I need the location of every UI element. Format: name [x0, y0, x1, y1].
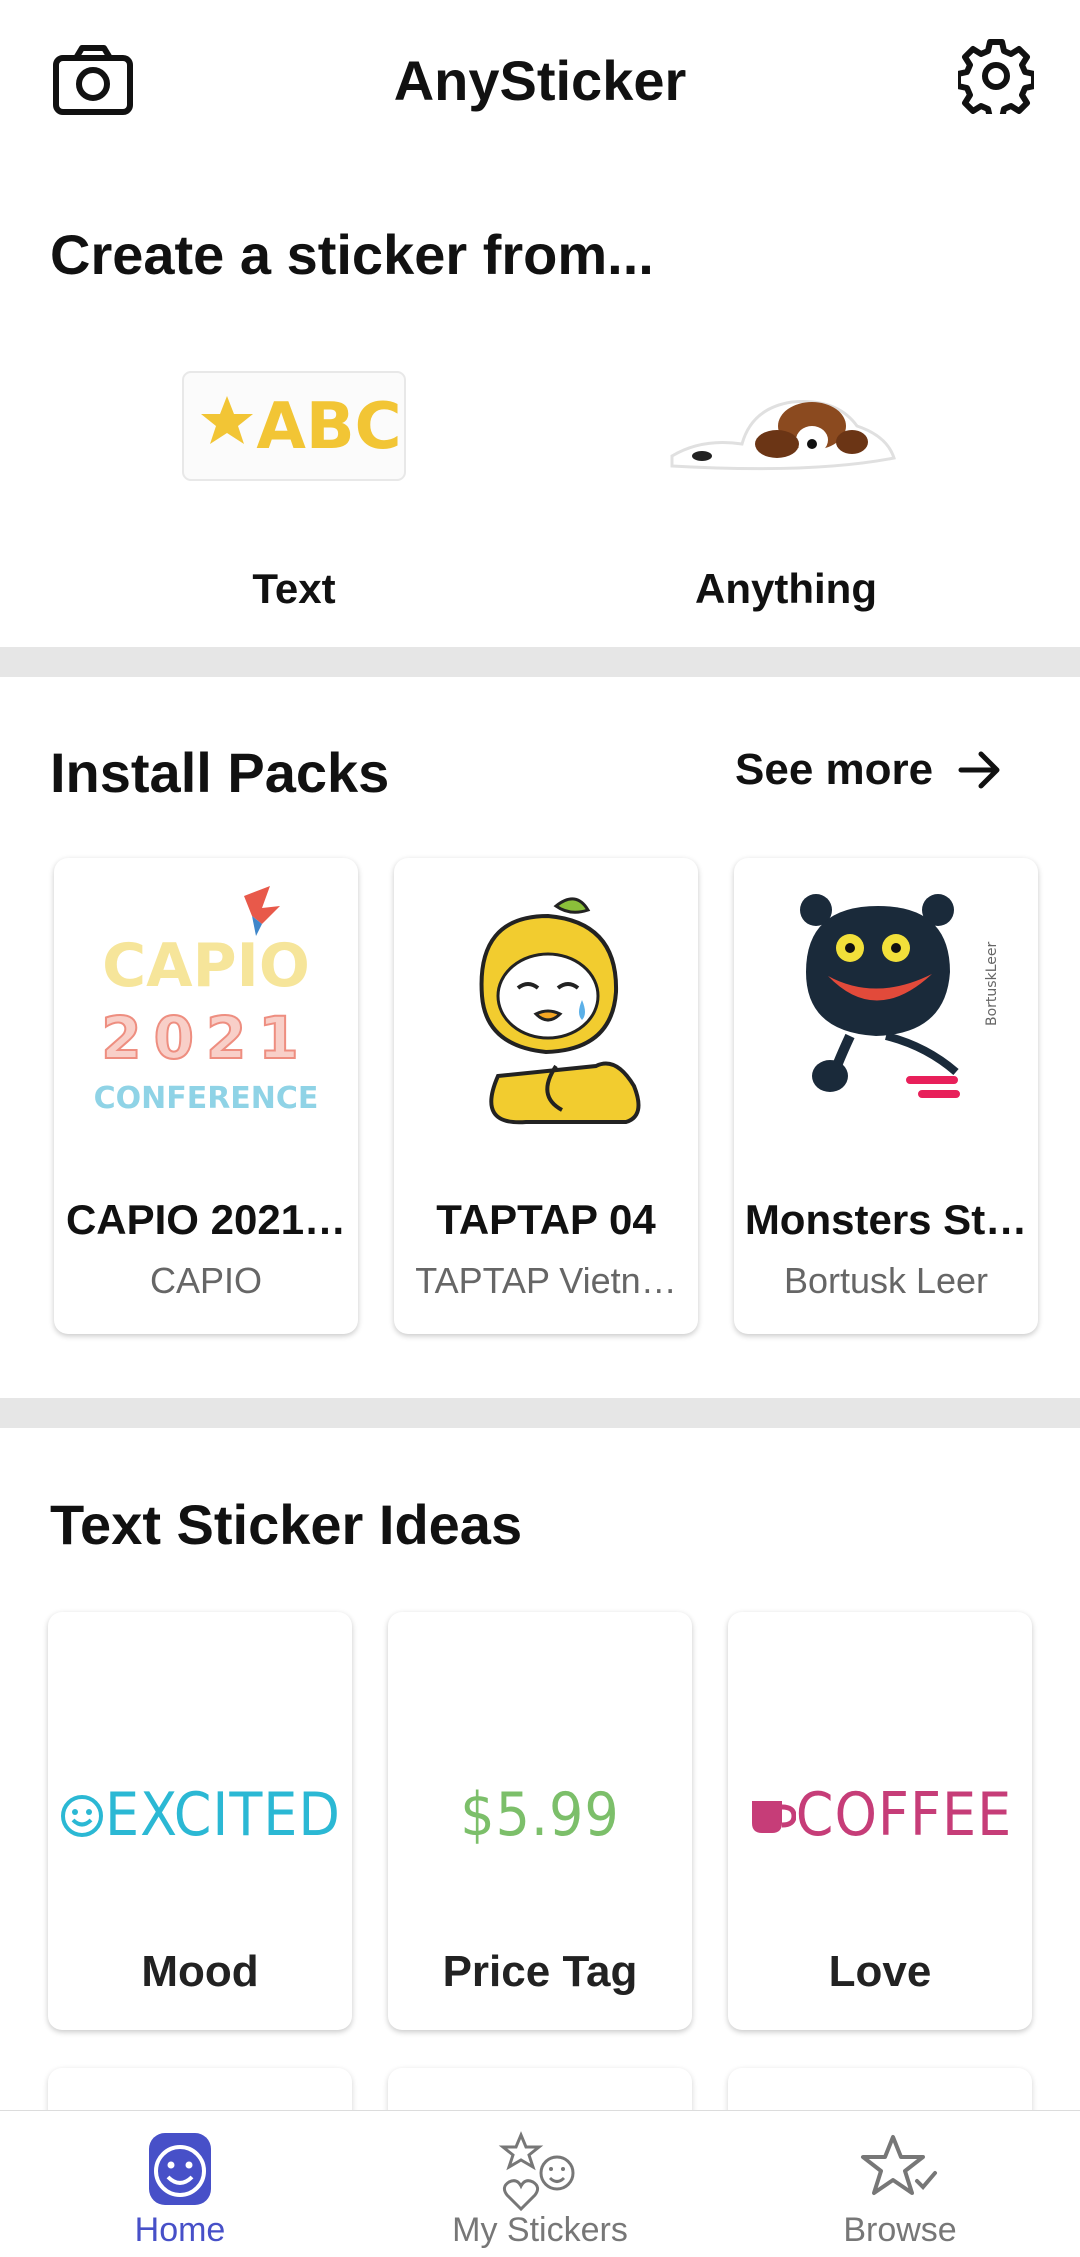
capio-logo-line-2: 2021 — [101, 1004, 310, 1072]
create-from-anything-option[interactable]: Anything — [626, 350, 946, 630]
my-stickers-icon — [498, 2131, 575, 2212]
anything-option-label: Anything — [695, 565, 877, 612]
monster-signature: BortuskLeer — [984, 942, 1000, 1026]
idea-card-love[interactable]: COFFEE Love — [728, 1612, 1032, 2030]
idea-preview-text: EXCITED — [105, 1780, 341, 1850]
app-title: AnySticker — [393, 49, 687, 112]
home-smiley-icon — [149, 2133, 211, 2205]
idea-card-price-tag[interactable]: $5.99 Price Tag — [388, 1612, 692, 2030]
monster-pack-thumbnail: BortuskLeer — [800, 894, 1000, 1098]
section-divider — [0, 647, 1080, 677]
pack-card-taptap[interactable]: TAPTAP 04 TAPTAP Vietn… — [394, 858, 698, 1334]
idea-label: Love — [828, 1947, 932, 1996]
idea-preview: $5.99 — [388, 1780, 692, 1850]
pack-author: Bortusk Leer — [783, 1260, 989, 1301]
nav-home[interactable]: Home — [0, 2111, 360, 2257]
dog-sticker-preview — [670, 400, 896, 471]
capio-logo-line-3: CONFERENCE — [94, 1081, 319, 1116]
pack-author: TAPTAP Vietn… — [415, 1260, 677, 1301]
pack-author: CAPIO — [149, 1260, 263, 1301]
nav-home-label: Home — [134, 2211, 226, 2249]
bottom-navigation: Home My Stickers Browse — [0, 2110, 1080, 2257]
create-heading: Create a sticker from... — [50, 223, 654, 286]
top-bar: AnySticker — [0, 0, 1080, 160]
taptap-pack-thumbnail — [479, 897, 641, 1125]
smiley-icon — [61, 1795, 104, 1837]
capio-logo-line-1: CAPIO — [102, 931, 310, 1001]
ideas-heading: Text Sticker Ideas — [50, 1493, 523, 1556]
see-more-button[interactable]: See more — [735, 745, 1003, 795]
idea-preview-text: COFFEE — [795, 1780, 1013, 1850]
nav-browse-label: Browse — [843, 2211, 957, 2249]
abc-sticker-preview: ABC — [182, 371, 406, 481]
idea-card-mood[interactable]: EXCITED Mood — [48, 1612, 352, 2030]
pack-card-capio[interactable]: CAPIO 2021 CONFERENCE CAPIO 2021… CAPIO — [54, 858, 358, 1334]
nav-my-stickers[interactable]: My Stickers — [360, 2111, 720, 2257]
abc-preview-text: ABC — [256, 390, 401, 464]
idea-preview-text: $5.99 — [460, 1780, 620, 1850]
pack-card-monsters[interactable]: BortuskLeer Monsters St… Bortusk Leer — [734, 858, 1038, 1334]
pack-name: CAPIO 2021… — [65, 1196, 347, 1243]
section-divider — [0, 1398, 1080, 1428]
see-more-label: See more — [735, 745, 934, 794]
nav-my-stickers-label: My Stickers — [452, 2211, 628, 2249]
capio-pack-thumbnail: CAPIO 2021 CONFERENCE — [94, 886, 319, 1116]
gear-icon[interactable] — [958, 38, 1034, 114]
pack-name: Monsters St… — [744, 1196, 1028, 1243]
pack-name: TAPTAP 04 — [436, 1196, 656, 1243]
idea-label: Price Tag — [442, 1947, 638, 1996]
browse-star-icon — [861, 2135, 937, 2195]
idea-label: Mood — [141, 1947, 259, 1996]
text-option-label: Text — [252, 565, 336, 612]
idea-preview: COFFEE — [728, 1780, 1032, 1850]
create-from-text-option[interactable]: ABC Text — [134, 350, 454, 630]
nav-browse[interactable]: Browse — [720, 2111, 1080, 2257]
idea-preview: EXCITED — [48, 1780, 352, 1850]
packs-heading: Install Packs — [50, 741, 390, 804]
coffee-cup-icon — [751, 1801, 797, 1833]
arrow-right-icon — [958, 751, 1000, 789]
